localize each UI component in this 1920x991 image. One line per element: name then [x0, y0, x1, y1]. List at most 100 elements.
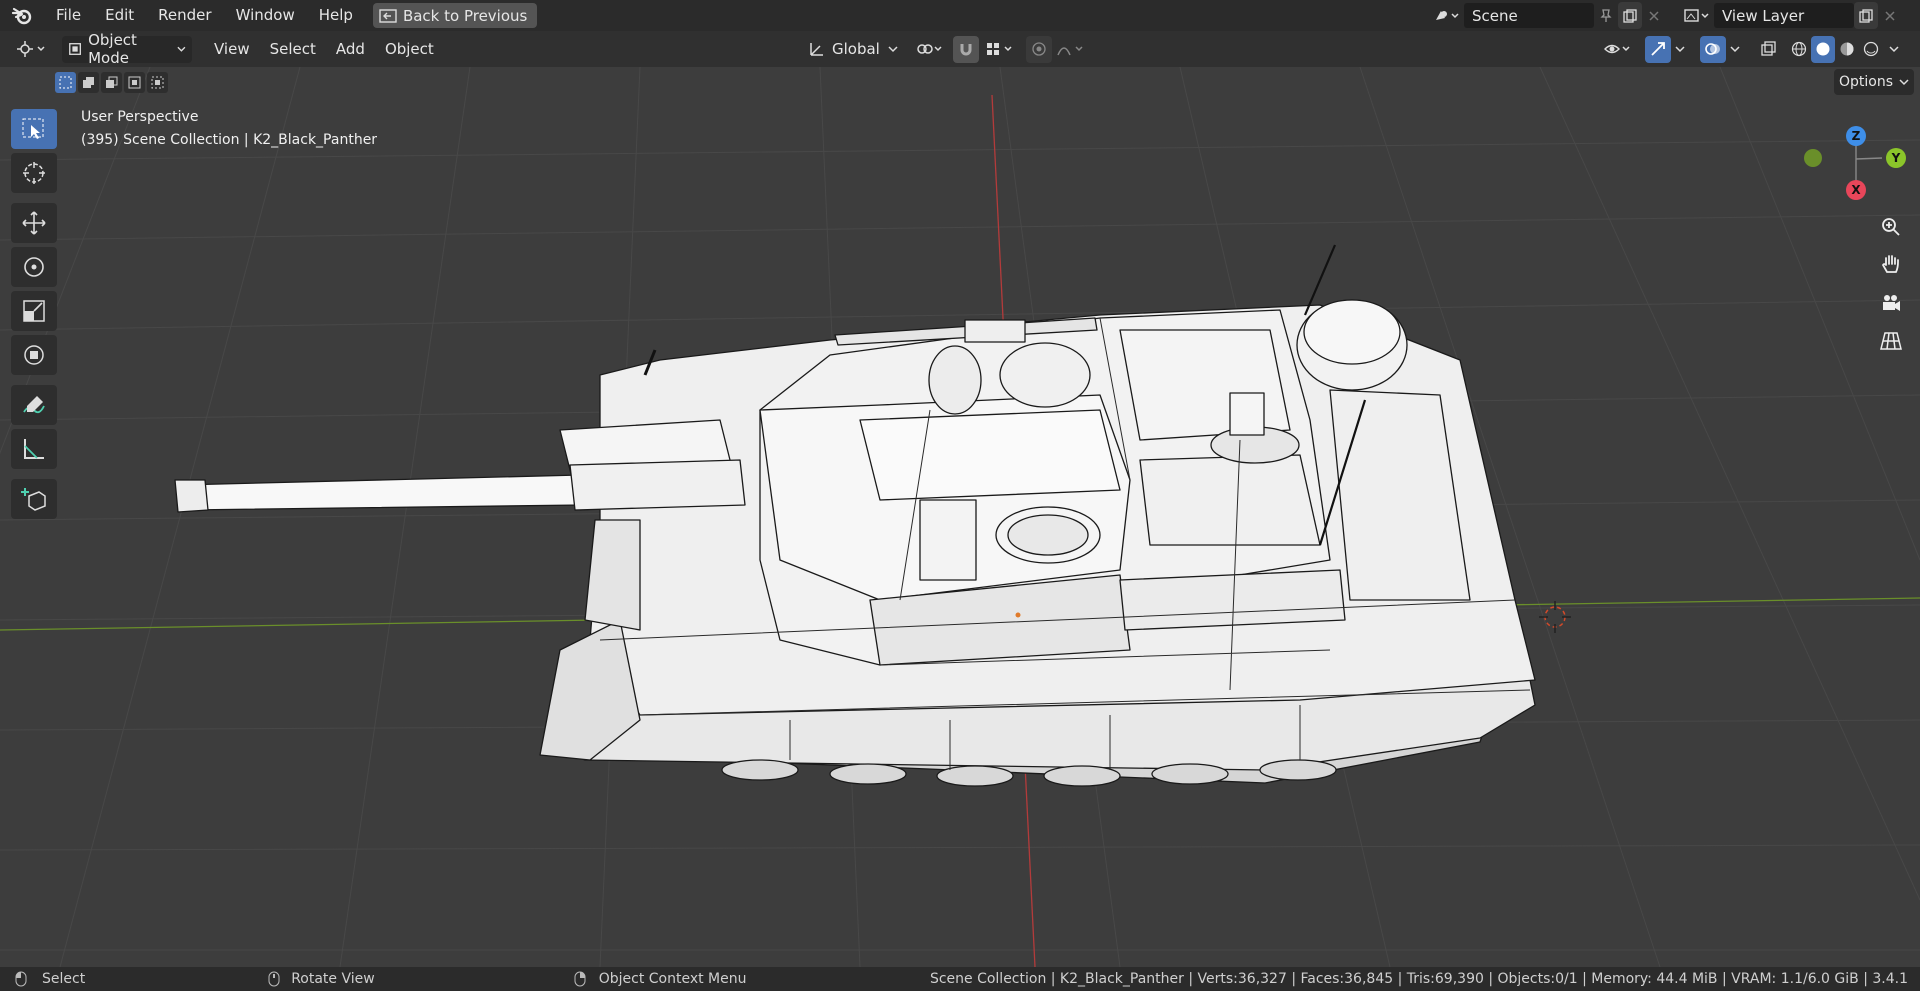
- shading-dropdown-icon[interactable]: [1885, 36, 1903, 63]
- tool-add-cube[interactable]: [11, 479, 57, 519]
- scale-icon: [23, 300, 45, 322]
- proportional-edit-icon[interactable]: [1026, 35, 1052, 63]
- pin-scene-icon[interactable]: [1594, 2, 1618, 29]
- overlays-toggle-icon[interactable]: [1700, 35, 1726, 63]
- tool-transform[interactable]: [11, 335, 57, 375]
- zoom-button[interactable]: [1874, 210, 1908, 244]
- object-origin: [1015, 612, 1021, 618]
- pivot-point-icon[interactable]: [912, 36, 948, 63]
- chevron-down-icon: [888, 46, 898, 53]
- options-label: Options: [1838, 74, 1894, 90]
- gizmo-toggle-icon[interactable]: [1645, 35, 1671, 63]
- transform-orientation-dropdown[interactable]: Global: [802, 36, 904, 63]
- select-box-icon: [22, 118, 44, 139]
- header-menu-add[interactable]: Add: [326, 40, 375, 58]
- status-scene-stats: Scene Collection | K2_Black_Panther | Ve…: [929, 971, 1908, 987]
- scene-name-field[interactable]: Scene: [1464, 3, 1594, 28]
- menu-edit[interactable]: Edit: [93, 0, 146, 31]
- tool-measure[interactable]: [11, 429, 57, 469]
- main-menu: File Edit Render Window Help: [44, 0, 365, 31]
- options-dropdown[interactable]: Options: [1834, 69, 1914, 95]
- new-scene-icon[interactable]: [1618, 2, 1642, 29]
- zoom-icon: [1882, 218, 1900, 236]
- scene-type-icon[interactable]: [1428, 2, 1464, 29]
- transform-icon: [24, 345, 44, 365]
- navigation-gizmo[interactable]: Z Y X: [1804, 114, 1916, 204]
- view-layer-field[interactable]: View Layer: [1714, 3, 1854, 28]
- select-new-icon[interactable]: [55, 72, 76, 93]
- tool-annotate[interactable]: [11, 385, 57, 425]
- tool-rotate[interactable]: [11, 247, 57, 287]
- header-menu-object[interactable]: Object: [375, 40, 444, 58]
- add-cube-icon: [21, 488, 46, 511]
- camera-view-button[interactable]: [1874, 286, 1908, 320]
- tool-select-box[interactable]: [11, 109, 57, 149]
- tool-scale[interactable]: [11, 291, 57, 331]
- orientation-axes-icon: [810, 43, 823, 56]
- xray-toggle-icon[interactable]: [1755, 36, 1781, 63]
- gizmo-z-axis[interactable]: Z: [1846, 126, 1866, 146]
- cursor-icon: [23, 162, 45, 184]
- mouse-middle-icon: [268, 971, 280, 987]
- hand-icon: [1881, 255, 1899, 273]
- collection-label: (395) Scene Collection | K2_Black_Panthe…: [81, 132, 378, 148]
- tank-model: [174, 244, 1536, 787]
- select-intersect-icon[interactable]: [147, 72, 168, 93]
- falloff-icon[interactable]: [1053, 36, 1089, 63]
- status-rotate-hint: Rotate View: [291, 971, 375, 987]
- shading-solid-icon[interactable]: [1811, 35, 1835, 63]
- menu-render[interactable]: Render: [146, 0, 223, 31]
- visibility-icon[interactable]: [1600, 36, 1636, 63]
- selection-mode-buttons: [55, 72, 168, 93]
- mouse-left-icon: [15, 971, 27, 987]
- menu-window[interactable]: Window: [224, 0, 307, 31]
- tool-cursor[interactable]: [11, 153, 57, 193]
- view-layer-name: View Layer: [1722, 6, 1805, 25]
- snap-toggle-icon[interactable]: [953, 35, 979, 63]
- delete-scene-icon[interactable]: [1642, 2, 1666, 29]
- viewport-scene: [0, 67, 1920, 967]
- shading-rendered-icon[interactable]: [1859, 36, 1883, 63]
- blender-logo-icon[interactable]: [0, 0, 44, 31]
- rotate-icon: [24, 257, 44, 277]
- 3d-viewport[interactable]: User Perspective (395) Scene Collection …: [0, 67, 1920, 967]
- shading-wireframe-icon[interactable]: [1787, 36, 1811, 63]
- menu-file[interactable]: File: [44, 0, 93, 31]
- header-menu-view[interactable]: View: [204, 40, 260, 58]
- back-arrow-icon: [379, 8, 397, 23]
- viewport-header: Object Mode View Select Add Object Globa…: [0, 31, 1920, 67]
- scene-name: Scene: [1472, 6, 1518, 25]
- gizmo-y-axis[interactable]: Y: [1886, 148, 1906, 168]
- mode-label: Object Mode: [88, 31, 137, 67]
- editor-type-icon[interactable]: [10, 36, 52, 63]
- snap-element-icon[interactable]: [980, 36, 1020, 63]
- status-bar: Select Rotate View Object Context Menu S…: [0, 967, 1920, 991]
- view-layer-icon[interactable]: [1678, 2, 1714, 29]
- select-subtract-icon[interactable]: [101, 72, 122, 93]
- back-to-previous-button[interactable]: Back to Previous: [372, 3, 538, 28]
- select-invert-icon[interactable]: [124, 72, 145, 93]
- mode-dropdown[interactable]: Object Mode: [62, 31, 192, 67]
- gizmo-neg-y-axis[interactable]: [1804, 149, 1822, 167]
- status-select-hint: Select: [42, 971, 86, 987]
- gizmo-dropdown-icon[interactable]: [1671, 36, 1689, 63]
- object-mode-icon: [69, 43, 81, 55]
- pan-button[interactable]: [1874, 247, 1908, 281]
- gizmo-x-axis[interactable]: X: [1846, 180, 1866, 200]
- perspective-toggle-button[interactable]: [1874, 324, 1908, 358]
- back-button-label: Back to Previous: [402, 6, 528, 25]
- status-context-hint: Object Context Menu: [598, 971, 747, 987]
- tool-move[interactable]: [11, 203, 57, 243]
- delete-view-layer-icon[interactable]: [1878, 2, 1902, 29]
- orientation-label: Global: [832, 40, 880, 58]
- overlays-dropdown-icon[interactable]: [1726, 36, 1744, 63]
- select-extend-icon[interactable]: [78, 72, 99, 93]
- camera-icon: [1883, 295, 1900, 311]
- header-menu-select[interactable]: Select: [260, 40, 326, 58]
- perspective-label: User Perspective: [81, 109, 199, 125]
- shading-material-icon[interactable]: [1835, 36, 1859, 63]
- new-view-layer-icon[interactable]: [1854, 2, 1878, 29]
- annotate-icon: [23, 396, 45, 414]
- scene-selector: Scene View Layer: [1428, 2, 1902, 29]
- menu-help[interactable]: Help: [307, 0, 365, 31]
